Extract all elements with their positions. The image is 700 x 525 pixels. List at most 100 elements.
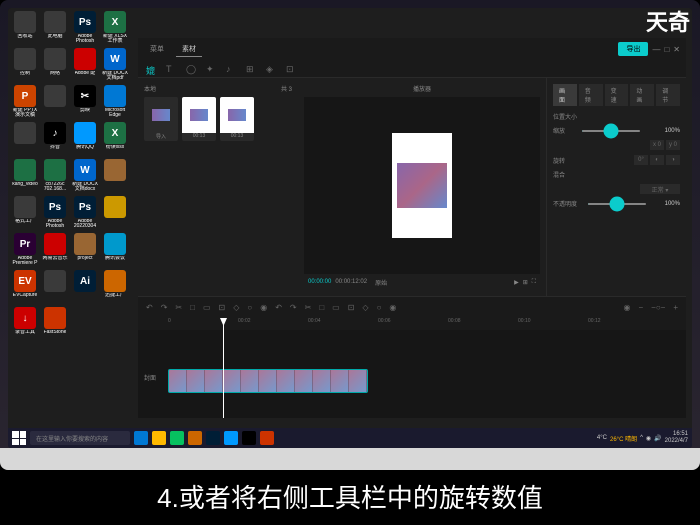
top-tool-3[interactable]: ✦ — [206, 64, 216, 74]
prop-tab[interactable]: 画面 — [553, 84, 577, 106]
clock[interactable]: 16:51 2022/4/7 — [665, 431, 688, 445]
volume-icon[interactable]: 🔊 — [654, 435, 661, 442]
desktop-icon[interactable] — [41, 270, 69, 305]
desktop-icon[interactable]: Adobe 配 — [71, 48, 99, 83]
desktop-icon[interactable] — [101, 196, 129, 231]
desktop-icon[interactable]: ♪抖音 — [41, 122, 69, 157]
maximize-button[interactable]: □ — [664, 45, 669, 54]
playhead[interactable] — [223, 318, 224, 418]
desktop-icon[interactable]: ✂剪映 — [71, 85, 99, 120]
prop-tab[interactable]: 音频 — [579, 84, 603, 106]
desktop-icon[interactable]: FastStone — [41, 307, 69, 342]
top-tool-5[interactable]: ⊞ — [246, 64, 256, 74]
timeline-tool-2[interactable]: ✂ — [305, 303, 312, 312]
desktop-icon[interactable]: 此电脑 — [41, 11, 69, 46]
media-clip[interactable]: 00:13 — [182, 97, 216, 141]
video-track[interactable]: 20220407360f.mp4 00:00:12:02 — [168, 368, 368, 394]
timeline-tool-8[interactable]: ◉ — [389, 303, 396, 312]
desktop-icon[interactable]: PsAdobe 20220304 — [71, 196, 99, 231]
media-tab-local[interactable]: 本地 — [144, 84, 156, 93]
desktop-icon[interactable]: W新建 DOCX 文档docx — [71, 159, 99, 194]
fullscreen-button[interactable]: ⛶ — [532, 279, 536, 286]
top-tool-0[interactable]: 媲 — [146, 64, 156, 74]
timeline[interactable]: 000:0200:0400:0600:0800:1000:12 封面 20220… — [138, 318, 686, 418]
desktop-icon[interactable]: Microsoft Edge — [101, 85, 129, 120]
taskbar-jianying[interactable] — [242, 431, 256, 445]
project-tab[interactable]: 素材 — [176, 42, 202, 57]
desktop-icon[interactable]: 网易云音乐 — [41, 233, 69, 268]
timeline-ruler[interactable]: 000:0200:0400:0600:0800:1000:12 — [138, 318, 686, 330]
preview-viewport[interactable] — [304, 97, 540, 274]
desktop-icon[interactable]: 迅捷工厂 — [101, 270, 129, 305]
desktop-icon[interactable]: X纷读xlsx — [101, 122, 129, 157]
desktop-icon[interactable] — [101, 159, 129, 194]
prop-tab[interactable]: 调节 — [656, 84, 680, 106]
timeline-tool-6[interactable]: ◇ — [362, 303, 368, 312]
timeline-clip[interactable]: 20220407360f.mp4 00:00:12:02 — [168, 369, 368, 393]
desktop-icon[interactable]: PsAdobe Photosh — [71, 11, 99, 46]
top-tool-2[interactable]: ◯ — [186, 64, 196, 74]
top-tool-1[interactable]: T — [166, 64, 176, 74]
timeline-tool-7[interactable]: ○ — [377, 303, 382, 312]
desktop-icon[interactable]: 控制 — [11, 48, 39, 83]
desktop-icon[interactable]: 回收站 — [11, 11, 39, 46]
desktop-icon[interactable]: kang_video — [11, 159, 39, 194]
timeline-tool-1[interactable]: ↷ — [290, 303, 297, 312]
top-tool-6[interactable]: ◈ — [266, 64, 276, 74]
desktop-icon[interactable]: EVEVCapture — [11, 270, 39, 305]
taskbar-app-5[interactable] — [206, 431, 220, 445]
search-box[interactable]: 在这里输入你要搜索的内容 — [30, 431, 130, 445]
menu-tab[interactable]: 菜单 — [144, 42, 170, 56]
timeline-tool-4[interactable]: ▭ — [332, 303, 340, 312]
top-tool-7[interactable]: ⊡ — [286, 64, 296, 74]
taskbar-app-4[interactable] — [188, 431, 202, 445]
desktop-icon[interactable] — [41, 85, 69, 120]
weather-1[interactable]: 4°C — [597, 435, 607, 441]
desktop-icon[interactable]: cd7226c 702.168... — [41, 159, 69, 194]
desktop-icon[interactable]: PrAdobe Premiere P — [11, 233, 39, 268]
wifi-icon[interactable]: ◉ — [646, 435, 651, 442]
desktop-icon[interactable]: 格式工厂 — [11, 196, 39, 231]
close-button[interactable]: ✕ — [673, 45, 680, 54]
desktop-icon[interactable]: W新建 DOCX 文档pdf — [101, 48, 129, 83]
zoom-in-icon[interactable]: + — [673, 303, 678, 312]
prop-row: 正常 ▾ — [553, 184, 680, 194]
desktop-icon[interactable]: 腾讯会议 — [101, 233, 129, 268]
timeline-tool-5[interactable]: ⊡ — [348, 303, 355, 312]
tray-chevron-icon[interactable]: ^ — [640, 435, 643, 441]
slider[interactable] — [587, 203, 647, 205]
desktop-icon[interactable]: ↓录音工具 — [11, 307, 39, 342]
media-clip[interactable]: 00:13 — [220, 97, 254, 141]
desktop-icon[interactable]: 腾讯QQ — [71, 122, 99, 157]
zoom-out-icon[interactable]: − — [638, 303, 643, 312]
start-button[interactable] — [12, 431, 26, 445]
prop-tab[interactable]: 变速 — [605, 84, 629, 106]
ratio-label[interactable]: 原始 — [375, 278, 387, 287]
slider[interactable] — [581, 130, 641, 132]
prop-tab[interactable]: 动画 — [630, 84, 654, 106]
taskbar-app-8[interactable] — [260, 431, 274, 445]
timeline-tool-0[interactable]: ↶ — [275, 303, 282, 312]
top-tool-4[interactable]: ♪ — [226, 64, 236, 74]
minimize-button[interactable]: — — [652, 45, 660, 54]
desktop-icon[interactable] — [11, 122, 39, 157]
taskbar-app-1[interactable] — [134, 431, 148, 445]
desktop-icon[interactable]: PsAdobe Photosh — [41, 196, 69, 231]
desktop-icon[interactable]: P新建 PPTX 演示文稿 — [11, 85, 39, 120]
media-clip[interactable]: +导入 — [144, 97, 178, 141]
taskbar-wechat[interactable] — [170, 431, 184, 445]
timeline-tool-3[interactable]: □ — [319, 303, 324, 312]
taskbar-app-2[interactable] — [152, 431, 166, 445]
zoom-slider[interactable]: −○− — [651, 303, 665, 312]
system-tray[interactable]: 4°C 26°C 晴朗 ^ ◉ 🔊 16:51 2022/4/7 — [597, 431, 688, 445]
export-button[interactable]: 导出 — [618, 42, 648, 56]
taskbar-app-6[interactable] — [224, 431, 238, 445]
desktop-icon[interactable]: 网络 — [41, 48, 69, 83]
desktop-icon[interactable]: X新建 XLSX 工作表 — [101, 11, 129, 46]
scale-button[interactable]: ⊞ — [523, 279, 528, 286]
desktop-icon[interactable]: project — [71, 233, 99, 268]
play-button[interactable]: ▶ — [514, 279, 519, 286]
desktop-icon[interactable]: Ai — [71, 270, 99, 305]
mic-icon[interactable]: ◉ — [623, 303, 630, 312]
weather-2[interactable]: 26°C 晴朗 — [610, 434, 637, 443]
